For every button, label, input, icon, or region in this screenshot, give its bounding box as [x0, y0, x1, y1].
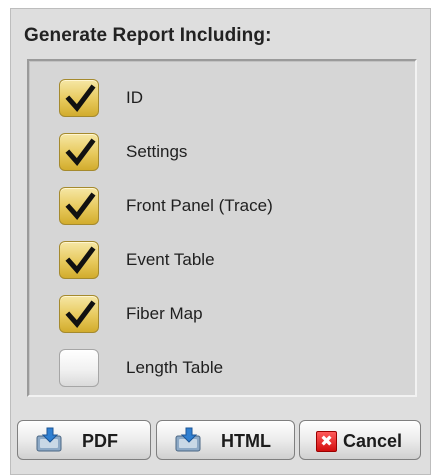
options-panel: ID Settings Front Panel (Trace) Event Ta…	[27, 59, 417, 397]
cancel-button[interactable]: ✖ Cancel	[299, 420, 421, 460]
report-dialog: Generate Report Including: ID Settings F…	[10, 8, 431, 475]
option-event-table[interactable]: Event Table	[29, 241, 417, 281]
settings-checkbox[interactable]	[59, 133, 99, 171]
dialog-title: Generate Report Including:	[24, 25, 272, 46]
checkmark-icon	[65, 246, 96, 274]
close-icon: ✖	[316, 431, 337, 452]
fiber-map-checkbox[interactable]	[59, 295, 99, 333]
pdf-button-label: PDF	[82, 431, 118, 451]
front-panel-checkbox[interactable]	[59, 187, 99, 225]
checkmark-icon	[65, 84, 96, 112]
option-front-panel[interactable]: Front Panel (Trace)	[29, 187, 417, 227]
option-settings[interactable]: Settings	[29, 133, 417, 173]
id-checkbox[interactable]	[59, 79, 99, 117]
id-label: ID	[126, 88, 143, 107]
save-document-icon	[175, 427, 201, 452]
length-table-label: Length Table	[126, 358, 224, 377]
checkmark-icon	[65, 138, 96, 166]
front-panel-label: Front Panel (Trace)	[126, 196, 273, 215]
option-id[interactable]: ID	[29, 79, 417, 119]
save-document-icon	[36, 427, 62, 452]
option-fiber-map[interactable]: Fiber Map	[29, 295, 417, 335]
pdf-button[interactable]: PDF	[17, 420, 151, 460]
settings-label: Settings	[126, 142, 188, 161]
event-table-label: Event Table	[126, 250, 215, 269]
cancel-button-label: Cancel	[343, 431, 403, 451]
length-table-checkbox[interactable]	[59, 349, 99, 387]
checkmark-icon	[65, 192, 96, 220]
checkmark-icon	[65, 300, 96, 328]
html-button[interactable]: HTML	[156, 420, 295, 460]
option-length-table[interactable]: Length Table	[29, 349, 417, 389]
fiber-map-label: Fiber Map	[126, 304, 203, 323]
event-table-checkbox[interactable]	[59, 241, 99, 279]
html-button-label: HTML	[221, 431, 271, 451]
